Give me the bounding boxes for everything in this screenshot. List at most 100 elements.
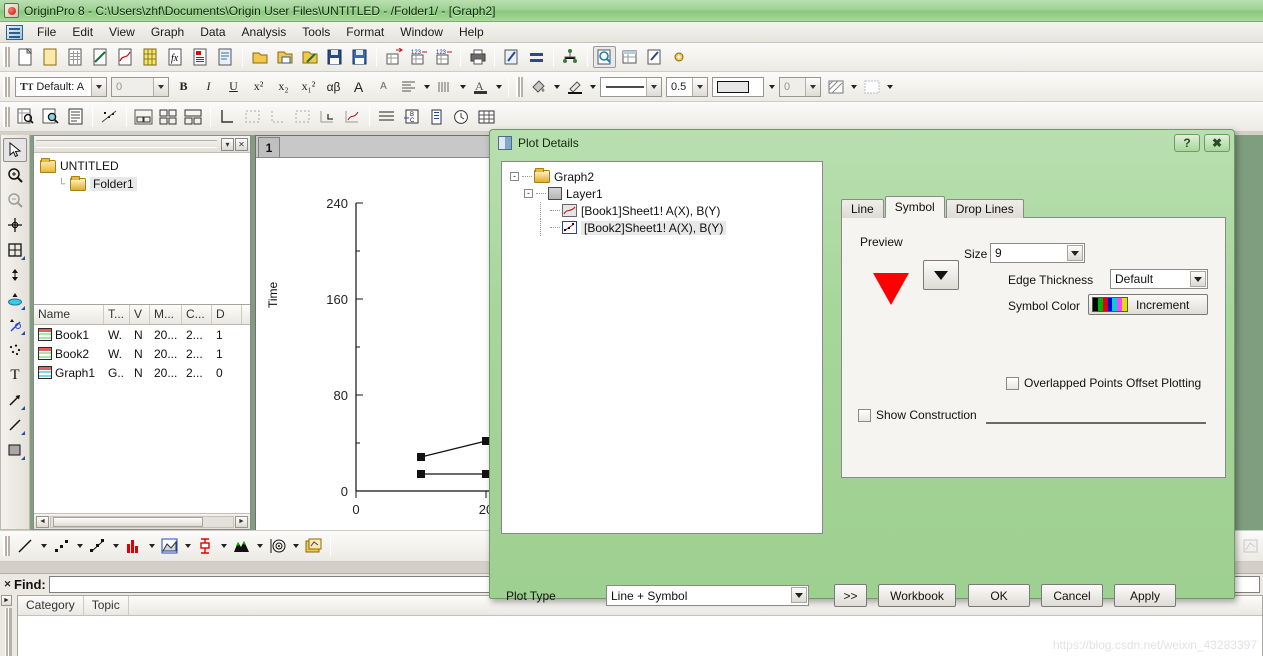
table-icon[interactable] bbox=[475, 106, 498, 128]
new-graph-icon[interactable] bbox=[114, 46, 137, 68]
box-chart-dropdown[interactable] bbox=[218, 535, 229, 557]
apply-button[interactable]: Apply bbox=[1114, 584, 1176, 607]
graph-window[interactable]: 1 Time 240 160 80 0 0 20 bbox=[255, 135, 515, 530]
tree-node-untitled[interactable]: UNTITLED bbox=[40, 157, 250, 175]
font-size-combo[interactable]: 0 bbox=[111, 76, 169, 97]
horizontal-scrollbar[interactable]: ◄ ► bbox=[34, 513, 250, 529]
new-function-icon[interactable]: fx bbox=[164, 46, 187, 68]
new-workbook-icon[interactable] bbox=[64, 46, 87, 68]
rescale-axes-icon[interactable] bbox=[98, 106, 121, 128]
toolbar-grip[interactable] bbox=[3, 536, 10, 556]
rectangle-tool[interactable] bbox=[3, 438, 27, 462]
area-plot-dropdown[interactable] bbox=[182, 535, 193, 557]
new-project-icon[interactable] bbox=[14, 46, 37, 68]
panel-close-button[interactable]: ✕ bbox=[235, 137, 248, 151]
column-header-created[interactable]: C... bbox=[182, 305, 212, 324]
new-excel-icon[interactable] bbox=[89, 46, 112, 68]
size-dropdown-arrow[interactable] bbox=[1067, 245, 1083, 261]
new-matrix-icon[interactable] bbox=[139, 46, 162, 68]
tree-node-book1-plot[interactable]: [Book1]Sheet1! A(X), B(Y) bbox=[510, 202, 822, 219]
line-symbol-plot-dropdown[interactable] bbox=[110, 535, 121, 557]
axis-dialog-icon[interactable] bbox=[425, 106, 448, 128]
import-single-ascii-icon[interactable] bbox=[382, 46, 405, 68]
cancel-button[interactable]: Cancel bbox=[1041, 584, 1103, 607]
scrollbar-track[interactable] bbox=[50, 515, 234, 528]
font-name-combo[interactable]: TT Default: A bbox=[15, 76, 107, 97]
extract-graph-icon[interactable] bbox=[1239, 535, 1262, 557]
zoom-out-graph-icon[interactable] bbox=[39, 106, 62, 128]
import-wizard2-icon[interactable]: 123 bbox=[432, 46, 455, 68]
tab-line[interactable]: Line bbox=[841, 199, 884, 218]
increase-font-button[interactable]: A bbox=[347, 76, 370, 98]
symbol-color-button[interactable]: Increment bbox=[1088, 294, 1208, 315]
tree-node-graph2[interactable]: - Graph2 bbox=[510, 168, 822, 185]
pattern-dropdown[interactable] bbox=[805, 77, 820, 96]
results-panel-icon[interactable] bbox=[64, 106, 87, 128]
fill-area-plot-dropdown[interactable] bbox=[254, 535, 265, 557]
menu-item-data[interactable]: Data bbox=[192, 23, 233, 41]
subscript-button[interactable]: x₂ bbox=[272, 76, 295, 98]
area-plot-icon[interactable] bbox=[158, 535, 181, 557]
overlapped-points-checkbox[interactable] bbox=[1006, 376, 1019, 390]
new-layer-linked-icon[interactable] bbox=[291, 106, 314, 128]
menu-item-tools[interactable]: Tools bbox=[294, 23, 338, 41]
settings-gear-icon[interactable] bbox=[668, 46, 691, 68]
column-header-category[interactable]: Category bbox=[18, 596, 84, 615]
menu-item-format[interactable]: Format bbox=[338, 23, 392, 41]
text-tool[interactable]: T bbox=[3, 363, 27, 387]
expander-icon[interactable]: - bbox=[510, 172, 519, 181]
edit-mode-icon[interactable] bbox=[500, 46, 523, 68]
box-chart-icon[interactable] bbox=[194, 535, 217, 557]
new-folder-icon[interactable] bbox=[39, 46, 62, 68]
new-layer-bottom-x-left-y-icon[interactable] bbox=[216, 106, 239, 128]
column-plot-dropdown[interactable] bbox=[146, 535, 157, 557]
layer-arrange-3-icon[interactable] bbox=[182, 106, 205, 128]
table-row[interactable]: Book2 W. N 20... 2... 1 bbox=[34, 344, 250, 363]
menu-item-view[interactable]: View bbox=[101, 23, 143, 41]
menu-item-graph[interactable]: Graph bbox=[143, 23, 192, 41]
save-project-icon[interactable] bbox=[323, 46, 346, 68]
data-selector-tool[interactable] bbox=[3, 288, 27, 312]
sub-superscript-button[interactable]: x₁² bbox=[297, 76, 320, 98]
open-excel-icon[interactable] bbox=[273, 46, 296, 68]
menu-item-window[interactable]: Window bbox=[392, 23, 451, 41]
expander-icon[interactable]: - bbox=[524, 189, 533, 198]
zoom-out-tool[interactable] bbox=[3, 188, 27, 212]
code-builder-icon[interactable] bbox=[643, 46, 666, 68]
line-tool[interactable] bbox=[3, 413, 27, 437]
help-button[interactable]: ? bbox=[1174, 134, 1200, 152]
fill-area-plot-icon[interactable] bbox=[230, 535, 253, 557]
column-header-modified[interactable]: M... bbox=[150, 305, 182, 324]
column-header-name[interactable]: Name bbox=[34, 305, 104, 324]
fill-color-dropdown[interactable] bbox=[551, 76, 562, 98]
workbook-button[interactable]: Workbook bbox=[878, 584, 956, 607]
draw-data-tool[interactable] bbox=[3, 313, 27, 337]
command-window-icon[interactable] bbox=[618, 46, 641, 68]
menu-item-edit[interactable]: Edit bbox=[64, 23, 101, 41]
tree-node-folder1[interactable]: └ Folder1 bbox=[40, 175, 250, 193]
data-reader-tool[interactable] bbox=[3, 263, 27, 287]
bold-button[interactable]: B bbox=[172, 76, 195, 98]
column-plot-icon[interactable] bbox=[122, 535, 145, 557]
toolbar-grip[interactable] bbox=[3, 47, 10, 67]
table-row[interactable]: Graph1 G.. N 20... 2... 0 bbox=[34, 363, 250, 382]
extract-layer-icon[interactable] bbox=[341, 106, 364, 128]
italic-button[interactable]: I bbox=[197, 76, 220, 98]
box-style-combo[interactable] bbox=[712, 76, 764, 97]
menu-item-help[interactable]: Help bbox=[451, 23, 492, 41]
column-header-type[interactable]: T... bbox=[104, 305, 130, 324]
clock-icon[interactable] bbox=[450, 106, 473, 128]
tab-drop-lines[interactable]: Drop Lines bbox=[945, 199, 1024, 218]
line-width-dropdown[interactable] bbox=[692, 77, 707, 96]
hatch-pattern-dropdown[interactable] bbox=[848, 76, 859, 98]
pattern-combo[interactable]: 0 bbox=[779, 76, 821, 97]
close-button[interactable]: ✖ bbox=[1204, 134, 1230, 152]
zoom-in-tool[interactable] bbox=[3, 163, 27, 187]
expand-panel-button[interactable]: ► bbox=[1, 595, 12, 607]
plot-type-combo[interactable]: Line + Symbol bbox=[606, 585, 809, 606]
regional-mask-tool[interactable] bbox=[3, 338, 27, 362]
open-project-icon[interactable] bbox=[248, 46, 271, 68]
superscript-button[interactable]: x² bbox=[247, 76, 270, 98]
toolbar-grip[interactable] bbox=[3, 106, 10, 127]
scatter-plot-dropdown[interactable] bbox=[74, 535, 85, 557]
